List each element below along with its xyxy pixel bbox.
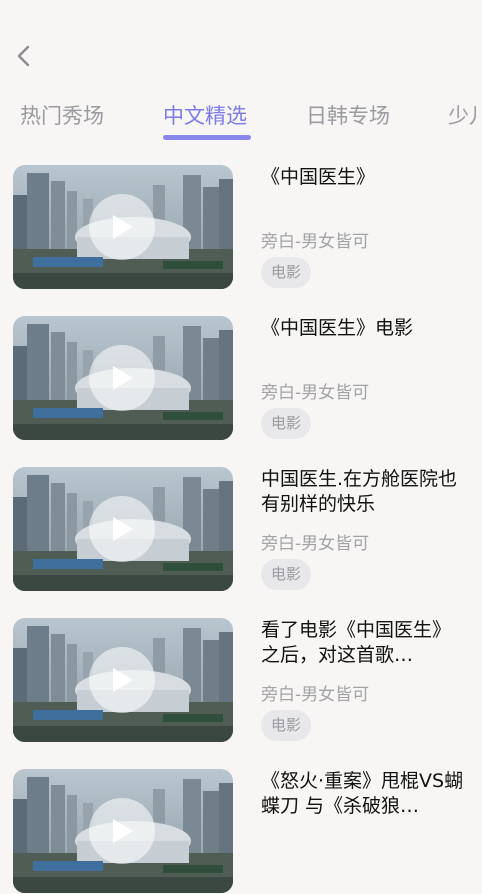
tab-japan-korea[interactable]: 日韩专场 [306,100,390,130]
video-thumbnail[interactable] [13,618,233,742]
video-title[interactable]: 《怒火·重案》甩棍VS蝴蝶刀 与《杀破狼… [261,769,466,819]
video-subtitle: 旁白-男女皆可 [261,534,370,554]
video-subtitle: 旁白-男女皆可 [261,383,370,403]
video-title[interactable]: 看了电影《中国医生》之后，对这首歌… [261,618,466,668]
video-thumbnail[interactable] [13,769,233,893]
video-thumbnail[interactable] [13,467,233,591]
tab-kids[interactable]: 少儿 [448,100,482,130]
active-tab-indicator [163,135,251,140]
tab-hot-shows[interactable]: 热门秀场 [20,100,104,130]
play-icon[interactable] [89,496,155,562]
back-button[interactable] [8,40,40,72]
tab-chinese-picks[interactable]: 中文精选 [163,100,247,130]
list-item[interactable]: 《中国医生》 旁白-男女皆可 电影 [0,165,482,290]
category-tabs: 热门秀场 中文精选 日韩专场 少儿 [0,96,482,148]
chevron-left-icon [17,45,30,67]
list-item[interactable]: 《中国医生》电影 旁白-男女皆可 电影 [0,316,482,441]
list-item[interactable]: 看了电影《中国医生》之后，对这首歌… 旁白-男女皆可 电影 [0,618,482,743]
video-thumbnail[interactable] [13,316,233,440]
play-icon[interactable] [89,647,155,713]
list-item[interactable]: 中国医生.在方舱医院也有别样的快乐 旁白-男女皆可 电影 [0,467,482,592]
category-tag: 电影 [261,710,312,741]
play-icon[interactable] [89,798,155,864]
video-title[interactable]: 中国医生.在方舱医院也有别样的快乐 [261,467,466,517]
play-icon[interactable] [89,194,155,260]
category-tag: 电影 [261,257,312,288]
list-item[interactable]: 《怒火·重案》甩棍VS蝴蝶刀 与《杀破狼… [0,769,482,894]
category-tag: 电影 [261,559,312,590]
category-tag: 电影 [261,408,312,439]
video-title[interactable]: 《中国医生》 [261,165,466,190]
video-thumbnail[interactable] [13,165,233,289]
video-subtitle: 旁白-男女皆可 [261,232,370,252]
video-title[interactable]: 《中国医生》电影 [261,316,466,341]
play-icon[interactable] [89,345,155,411]
video-subtitle: 旁白-男女皆可 [261,685,370,705]
